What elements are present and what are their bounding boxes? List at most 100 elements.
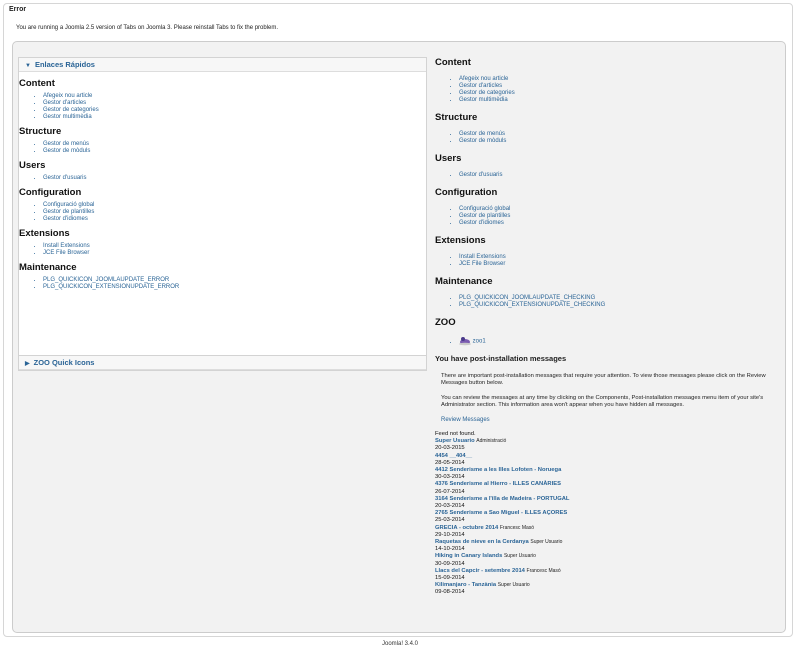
feed-item-date: 09-08-2014: [435, 589, 465, 596]
quick-link[interactable]: Afegeix nou article: [43, 93, 92, 99]
section-heading: Configuration: [19, 187, 82, 198]
feed-item-title[interactable]: 4376 Senderisme al Hierro - ILLES CANÀRI…: [435, 481, 561, 487]
feed-item-title[interactable]: 4454 __404__: [435, 453, 472, 459]
quick-link[interactable]: Gestor d'idiomes: [459, 220, 504, 226]
list-item: PLG_QUICKICON_JOOMLAUPDATE_ERROR: [43, 277, 426, 284]
feed-item-author: Francesc Masó: [499, 524, 535, 531]
list-item: PLG_QUICKICON_JOOMLAUPDATE_CHECKING: [459, 295, 780, 302]
quick-link[interactable]: PLG_QUICKICON_JOOMLAUPDATE_CHECKING: [459, 295, 595, 301]
feed-item: 4454 __404__: [435, 453, 780, 460]
quick-link[interactable]: Gestor d'usuaris: [43, 175, 87, 181]
feed-item-title[interactable]: Raquetas de nieve en la Cerdanya: [435, 539, 529, 545]
left-column: ▼Enlaces Rápidos Content Afegeix nou arti…: [18, 57, 427, 371]
quick-link[interactable]: PLG_QUICKICON_EXTENSIONUPDATE_CHECKING: [459, 302, 605, 308]
quick-link[interactable]: Gestor multimèdia: [459, 97, 508, 103]
section-maintenance: Maintenance PLG_QUICKICON_JOOMLAUPDATE_CH…: [435, 276, 780, 309]
accordion-title: Enlaces Rápidos: [34, 60, 95, 69]
list-item: Gestor de categories: [459, 90, 780, 97]
feed-item-title[interactable]: 4412 Senderisme a les Illes Lofoten - No…: [435, 467, 561, 473]
feed-item-date: 26-07-2014: [435, 488, 465, 495]
quick-link[interactable]: Afegeix nou article: [459, 76, 508, 82]
zoo-link[interactable]: zoo1: [473, 339, 486, 345]
accordion-body: Content Afegeix nou articleGestor d'artic…: [19, 72, 426, 355]
quick-link[interactable]: Gestor multimèdia: [43, 114, 92, 120]
quick-link[interactable]: Gestor d'usuaris: [459, 172, 503, 178]
quick-link[interactable]: Install Extensions: [459, 254, 506, 260]
list-item: Gestor d'idiomes: [459, 220, 780, 227]
zoo-icon[interactable]: [459, 336, 471, 346]
feed-item-author: Francesc Masó: [526, 567, 561, 574]
section-heading: Content: [19, 78, 55, 89]
quick-link[interactable]: Gestor de mòduls: [459, 138, 506, 144]
section-configuration: ConfigurationConfiguració globalGestor d…: [435, 187, 780, 227]
quick-link[interactable]: PLG_QUICKICON_JOOMLAUPDATE_ERROR: [43, 277, 169, 283]
feed-item-title[interactable]: Kilimanjaro - Tanzània: [435, 582, 496, 588]
link-list: Gestor d'usuaris: [19, 175, 426, 182]
accordion-header-quick-links[interactable]: ▼ Enlaces Rápidos: [19, 58, 426, 72]
feed-item-date: 15-09-2014: [435, 575, 465, 582]
feed-item-author: Super Usuario: [497, 582, 530, 589]
quick-link[interactable]: Gestor de plantilles: [459, 213, 510, 219]
feed-item-title[interactable]: Hiking in Canary Islands: [435, 553, 502, 559]
feed-item: Llacs del Capcir - setembre 2014 Frances…: [435, 568, 780, 575]
list-item: JCE File Browser: [459, 261, 780, 268]
list-item: Gestor de plantilles: [43, 209, 426, 216]
section-heading: Maintenance: [19, 262, 77, 273]
list-item: JCE File Browser: [43, 250, 426, 257]
feed-item: Super Usuario Administració: [435, 438, 780, 445]
section-heading: Extensions: [435, 235, 486, 246]
feed-item-author: Administració: [476, 438, 507, 445]
feed-item-title[interactable]: Super Usuario: [435, 438, 475, 444]
list-item: PLG_QUICKICON_EXTENSIONUPDATE_CHECKING: [459, 302, 780, 309]
quick-link[interactable]: Gestor de categories: [459, 90, 515, 96]
quick-link[interactable]: JCE File Browser: [43, 250, 89, 256]
list-item: Gestor de mòduls: [459, 138, 780, 145]
quick-link[interactable]: Gestor d'articles: [459, 83, 502, 89]
quick-link[interactable]: Gestor de menús: [459, 131, 505, 137]
section-extensions: Extensions Install ExtensionsJCE File Bro…: [435, 235, 780, 268]
quick-link[interactable]: Install Extensions: [43, 243, 90, 249]
feed-item-title[interactable]: GRECIA - octubre 2014: [435, 525, 498, 531]
section-heading: Users: [19, 160, 46, 171]
list-item: Gestor de menús: [43, 141, 426, 148]
quick-link[interactable]: JCE File Browser: [459, 261, 505, 267]
quick-link[interactable]: Gestor d'articles: [43, 100, 86, 106]
quick-link[interactable]: Gestor de categories: [43, 107, 99, 113]
list-item: Configuració global: [43, 202, 426, 209]
feed-item-author: Super Usuario: [503, 553, 536, 560]
feed-item: Kilimanjaro - Tanzània Super Usuario: [435, 582, 780, 589]
link-list: Afegeix nou articleGestor d'articlesGest…: [435, 76, 780, 104]
list-item: Afegeix nou article: [459, 76, 780, 83]
section-content: Content Afegeix nou articleGestor d'artic…: [19, 78, 426, 121]
postinstall-title: You have post-installation messages: [435, 354, 567, 363]
link-list: PLG_QUICKICON_JOOMLAUPDATE_CHECKINGPLG_Q…: [435, 295, 780, 309]
feed-item: 4412 Senderisme a les Illes Lofoten - No…: [435, 467, 780, 474]
quick-link[interactable]: PLG_QUICKICON_EXTENSIONUPDATE_ERROR: [43, 284, 179, 290]
quick-link[interactable]: Gestor de mòduls: [43, 148, 90, 154]
feed-item-date: 30-09-2014: [435, 560, 465, 567]
quick-link[interactable]: Gestor d'idiomes: [43, 216, 88, 222]
list-item: Install Extensions: [43, 243, 426, 250]
review-messages-link[interactable]: Review Messages: [441, 417, 780, 423]
feed-item: Hiking in Canary Islands Super Usuario: [435, 553, 780, 560]
link-list: Install ExtensionsJCE File Browser: [19, 243, 426, 257]
quick-link[interactable]: Configuració global: [459, 206, 510, 212]
link-list: PLG_QUICKICON_JOOMLAUPDATE_ERRORPLG_QUIC…: [19, 277, 426, 291]
zoo-heading: ZOO: [435, 317, 456, 328]
feed-item-title[interactable]: 2765 Senderisme a Sao Miguel - ILLES AÇO…: [435, 510, 567, 516]
section-users: Users Gestor d'usuaris: [435, 153, 780, 179]
accordion-header-zoo[interactable]: ▶ ZOO Quick Icons: [19, 356, 426, 370]
quick-link[interactable]: Configuració global: [43, 202, 94, 208]
postinstall-box: There are important post-installation me…: [435, 373, 780, 409]
quick-link[interactable]: Gestor de plantilles: [43, 209, 94, 215]
list-item: Gestor d'articles: [459, 83, 780, 90]
section-content: Content Afegeix nou articleGestor d'artic…: [435, 57, 780, 104]
postinstall-text-1: There are important post-installation me…: [441, 373, 766, 386]
feed-item-title[interactable]: Llacs del Capcir - setembre 2014: [435, 568, 525, 574]
list-item: Gestor d'usuaris: [43, 175, 426, 182]
feed-item-title[interactable]: 3164 Senderisme a l'illa de Madeira - PO…: [435, 496, 569, 502]
quick-link[interactable]: Gestor de menús: [43, 141, 89, 147]
section-maintenance: Maintenance PLG_QUICKICON_JOOMLAUPDATE_ER…: [19, 262, 426, 291]
accordion-title: ZOO Quick Icons: [33, 358, 95, 367]
feed-item-date: 20-03-2015: [435, 445, 465, 452]
